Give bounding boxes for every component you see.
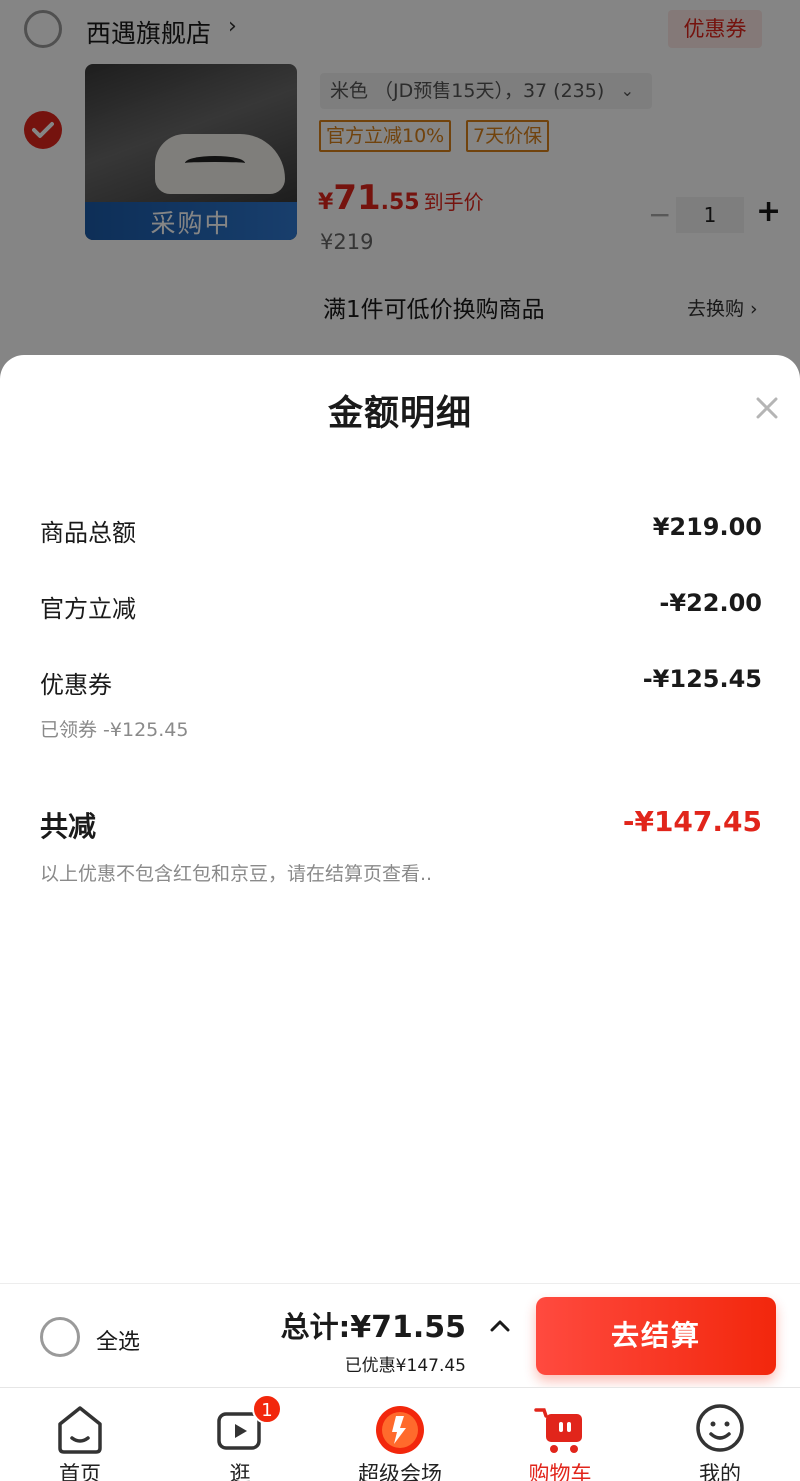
goods-total-label: 商品总额 [40, 519, 136, 547]
close-icon[interactable] [752, 393, 782, 423]
total-discount-label: 共减 [40, 810, 97, 843]
coupon-value: -¥125.45 [642, 665, 762, 693]
coupon-label: 优惠券 [40, 671, 112, 699]
saved-amount: 已优惠¥147.45 [344, 1356, 466, 1376]
tab-cart[interactable]: 购物车 [480, 1388, 640, 1481]
tab-label: 我的 [699, 1462, 741, 1481]
tab-label: 超级会场 [358, 1462, 442, 1481]
select-all-label[interactable]: 全选 [96, 1324, 140, 1356]
tab-home[interactable]: 首页 [0, 1388, 160, 1481]
bottom-tab-bar: 首页 1 逛 超级会场 购物车 我的 [0, 1387, 800, 1481]
sheet-title: 金额明细 [327, 394, 472, 434]
checkout-button[interactable]: 去结算 [536, 1297, 776, 1375]
tab-super-venue[interactable]: 超级会场 [320, 1388, 480, 1481]
tab-discover[interactable]: 1 逛 [160, 1388, 320, 1481]
profile-icon [696, 1404, 744, 1452]
select-all-radio[interactable] [40, 1317, 80, 1357]
goods-total-value: ¥219.00 [652, 513, 762, 541]
chevron-up-icon[interactable] [488, 1314, 512, 1338]
cart-icon [534, 1408, 582, 1453]
modal-overlay[interactable] [0, 0, 800, 400]
total-discount-value: -¥147.45 [622, 805, 762, 838]
super-venue-icon [376, 1406, 424, 1454]
official-discount-label: 官方立减 [40, 595, 136, 623]
amount-detail-sheet: 金额明细 商品总额 ¥219.00 官方立减 -¥22.00 优惠券 -¥125… [0, 355, 800, 1285]
notification-badge: 1 [252, 1394, 282, 1424]
total-price: 总计:¥71.55 [280, 1310, 466, 1345]
checkout-bar: 全选 总计:¥71.55 已优惠¥147.45 去结算 [0, 1283, 800, 1387]
tab-label: 购物车 [528, 1462, 592, 1481]
official-discount-value: -¥22.00 [659, 589, 762, 617]
coupon-claimed-text: 已领券 -¥125.45 [40, 719, 189, 741]
discount-footnote: 以上优惠不包含红包和京豆，请在结算页查看.. [40, 863, 433, 885]
tab-profile[interactable]: 我的 [640, 1388, 800, 1481]
tab-label: 首页 [59, 1462, 101, 1481]
home-icon [58, 1406, 102, 1454]
tab-label: 逛 [229, 1462, 251, 1481]
